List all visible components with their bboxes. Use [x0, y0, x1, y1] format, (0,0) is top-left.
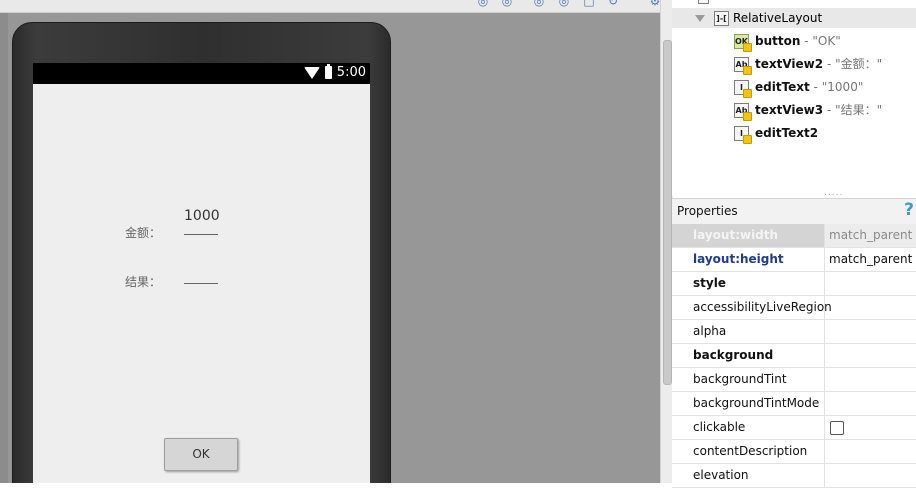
result-label[interactable]: 结果： — [125, 273, 161, 290]
clickable-checkbox[interactable] — [830, 421, 844, 435]
edittext-icon: I — [734, 80, 752, 98]
tree-item-name: editText — [755, 80, 810, 94]
properties-header: Properties ? — [672, 198, 916, 225]
tree-item-detail: "金额：" — [835, 57, 883, 71]
prop-row-background-tint[interactable]: backgroundTint — [672, 368, 916, 392]
zoom-in-icon[interactable]: ◎ — [476, 0, 490, 8]
tree-item-label: RelativeLayout — [733, 11, 823, 25]
result-underline — [184, 283, 218, 284]
canvas-gutter — [0, 13, 8, 483]
prop-name: layout:height — [693, 252, 784, 266]
tree-item-name: editText2 — [755, 126, 819, 140]
canvas-toolbar: ◎ ◎ ◎ ◎ □ ↻ ⚙ — [0, 0, 660, 13]
edittext-icon: I — [734, 126, 752, 144]
resize-handle[interactable]: ..... — [824, 188, 843, 198]
prop-name: backgroundTint — [693, 372, 787, 386]
tree-item-name: textView2 — [755, 57, 824, 71]
prop-row-layout-height[interactable]: layout:height match_parent — [672, 248, 916, 272]
prop-row-alpha[interactable]: alpha — [672, 320, 916, 344]
relative-layout-icon: ]-[ — [714, 11, 729, 26]
prop-value[interactable] — [824, 368, 916, 391]
prop-value[interactable] — [824, 440, 916, 463]
prop-value[interactable]: match_parent — [824, 224, 916, 247]
prop-row-background[interactable]: background — [672, 344, 916, 368]
zoom-actual-icon[interactable]: ◎ — [532, 0, 546, 8]
prop-name: layout:width — [693, 228, 779, 242]
design-canvas[interactable]: ◎ ◎ ◎ ◎ □ ↻ ⚙ 5:00 金额： 1000 结果： OK — [0, 0, 660, 483]
prop-name: alpha — [693, 324, 727, 338]
prop-name: clickable — [693, 420, 746, 434]
collapse-arrow-icon[interactable] — [695, 15, 705, 22]
tree-item-detail: "结果：" — [835, 103, 883, 117]
prop-value[interactable] — [824, 464, 916, 487]
help-icon[interactable]: ? — [904, 200, 914, 220]
prop-value[interactable] — [824, 272, 916, 295]
prop-value-cell — [824, 416, 916, 439]
battery-icon — [325, 64, 332, 79]
prop-value[interactable] — [824, 320, 916, 343]
amount-value: 1000 — [184, 208, 220, 224]
prop-name: contentDescription — [693, 444, 808, 458]
prop-name: background — [693, 348, 774, 362]
prop-value[interactable]: match_parent — [824, 248, 916, 271]
wifi-icon — [304, 67, 320, 79]
zoom-out-icon[interactable]: ◎ — [500, 0, 514, 8]
tree-item-separator: - — [800, 34, 813, 48]
ok-button-icon: OK — [734, 34, 752, 52]
tree-item-detail: "1000" — [821, 80, 864, 94]
amount-label[interactable]: 金额： — [125, 224, 161, 241]
prop-row-elevation[interactable]: elevation — [672, 464, 916, 488]
tree-item-name: textView3 — [755, 103, 824, 117]
prop-row-layout-width[interactable]: layout:width match_parent — [672, 224, 916, 248]
result-edittext[interactable] — [184, 260, 218, 284]
properties-title: Properties — [677, 204, 738, 218]
prop-value[interactable] — [824, 344, 916, 367]
textview-icon: Ab — [734, 57, 752, 75]
canvas-scrollbar[interactable] — [663, 40, 672, 385]
tree-item-separator: - — [823, 103, 836, 117]
prop-name: backgroundTintMode — [693, 396, 820, 410]
tree-item-separator: - — [823, 57, 836, 71]
textview-icon: Ab — [734, 103, 752, 121]
prop-value[interactable] — [824, 296, 916, 319]
settings-icon[interactable]: ⚙ — [648, 0, 660, 8]
tree-item-name: button — [755, 34, 801, 48]
prop-row-accessibility-live-region[interactable]: accessibilityLiveRegion — [672, 296, 916, 320]
prop-row-clickable[interactable]: clickable — [672, 416, 916, 440]
app-screen[interactable]: 金额： 1000 结果： OK — [33, 84, 370, 483]
prop-name: elevation — [693, 468, 749, 482]
amount-underline — [184, 234, 218, 235]
component-tree: ]-[ RelativeLayout OK button - "OK" Ab t… — [672, 0, 916, 198]
status-bar: 5:00 — [33, 63, 370, 84]
zoom-fit-icon[interactable]: ◎ — [557, 0, 571, 8]
prop-row-content-description[interactable]: contentDescription — [672, 440, 916, 464]
prop-row-style[interactable]: style — [672, 272, 916, 296]
properties-table: layout:width match_parent layout:height … — [672, 224, 916, 488]
tree-item-separator: - — [809, 80, 822, 94]
tree-item-detail: "OK" — [812, 34, 841, 48]
screenshot-icon[interactable]: □ — [582, 0, 596, 8]
ok-button[interactable]: OK — [164, 438, 238, 471]
prop-row-background-tint-mode[interactable]: backgroundTintMode — [672, 392, 916, 416]
tree-item-relativelayout[interactable]: ]-[ RelativeLayout — [672, 8, 916, 28]
amount-edittext[interactable]: 1000 — [184, 208, 220, 235]
refresh-icon[interactable]: ↻ — [606, 0, 620, 8]
status-time: 5:00 — [336, 65, 366, 80]
prop-name: style — [693, 276, 726, 290]
prop-name: accessibilityLiveRegion — [693, 300, 832, 314]
prop-value[interactable] — [824, 392, 916, 415]
device-icon — [698, 0, 709, 4]
